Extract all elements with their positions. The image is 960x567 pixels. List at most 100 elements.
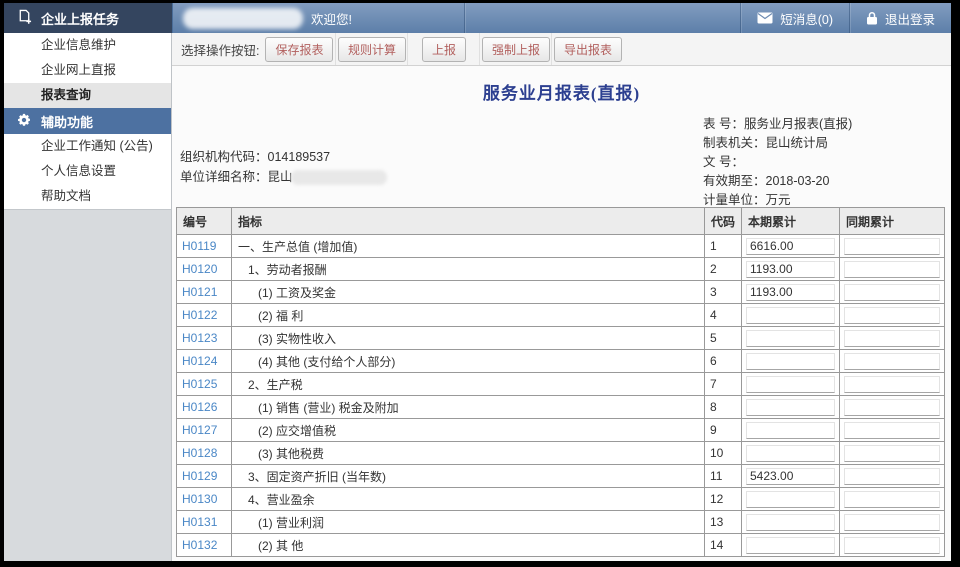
sidebar-item[interactable]: 帮助文档 xyxy=(4,184,171,209)
prior-period-cell xyxy=(840,396,945,419)
row-code-link[interactable]: H0128 xyxy=(177,446,217,460)
toolbar-button[interactable]: 规则计算 xyxy=(338,37,406,62)
current-period-cell xyxy=(742,304,840,327)
row-code-cell: H0125 xyxy=(177,373,232,396)
prior-period-cell xyxy=(840,304,945,327)
seq-cell: 5 xyxy=(705,327,742,350)
sidebar-item[interactable]: 个人信息设置 xyxy=(4,159,171,184)
envelope-icon xyxy=(757,12,773,24)
prior-period-cell xyxy=(840,281,945,304)
row-code-link[interactable]: H0119 xyxy=(177,239,216,253)
seq-cell: 11 xyxy=(705,465,742,488)
table-row: H0119 一、生产总值 (增加值) 1 xyxy=(177,235,945,258)
prior-period-cell xyxy=(840,419,945,442)
row-code-link[interactable]: H0123 xyxy=(177,331,217,345)
blurred-unit-name xyxy=(291,170,387,185)
toolbar-button[interactable]: 上报 xyxy=(422,37,466,62)
current-period-input[interactable] xyxy=(746,537,835,554)
table-row: H0120 1、劳动者报酬 2 xyxy=(177,258,945,281)
prior-period-cell xyxy=(840,465,945,488)
row-code-link[interactable]: H0131 xyxy=(177,515,217,529)
sidebar-section-header-aux-functions[interactable]: 辅助功能 xyxy=(4,108,171,134)
logout-button[interactable]: 退出登录 xyxy=(850,3,951,33)
prior-period-input[interactable] xyxy=(844,445,940,462)
col-header-indicator: 指标 xyxy=(232,208,705,235)
prior-period-input[interactable] xyxy=(844,376,940,393)
prior-period-input[interactable] xyxy=(844,284,940,301)
sidebar-item[interactable]: 报表查询 xyxy=(4,83,171,108)
sidebar-item[interactable]: 企业工作通知 (公告) xyxy=(4,134,171,159)
prior-period-input[interactable] xyxy=(844,330,940,347)
meta-value: 万元 xyxy=(766,193,791,207)
table-row: H0130 4、营业盈余 12 xyxy=(177,488,945,511)
row-code-link[interactable]: H0124 xyxy=(177,354,217,368)
row-code-link[interactable]: H0130 xyxy=(177,492,217,506)
prior-period-input[interactable] xyxy=(844,238,940,255)
current-period-input[interactable] xyxy=(746,445,835,462)
col-header-current-period: 本期累计 xyxy=(742,208,840,235)
current-period-cell xyxy=(742,327,840,350)
prior-period-input[interactable] xyxy=(844,537,940,554)
prior-period-input[interactable] xyxy=(844,491,940,508)
current-period-cell xyxy=(742,419,840,442)
table-header-row: 编号 指标 代码 本期累计 同期累计 xyxy=(177,208,945,235)
unit-name-prefix: 昆山 xyxy=(268,170,293,184)
current-period-input[interactable] xyxy=(746,238,835,255)
row-code-link[interactable]: H0127 xyxy=(177,423,217,437)
prior-period-input[interactable] xyxy=(844,422,940,439)
row-code-cell: H0131 xyxy=(177,511,232,534)
row-code-link[interactable]: H0132 xyxy=(177,538,217,552)
sidebar-section-header-report-tasks[interactable]: 企业上报任务 xyxy=(4,3,172,33)
current-period-input[interactable] xyxy=(746,353,835,370)
prior-period-cell xyxy=(840,373,945,396)
row-code-link[interactable]: H0122 xyxy=(177,308,217,322)
prior-period-input[interactable] xyxy=(844,261,940,278)
prior-period-input[interactable] xyxy=(844,399,940,416)
current-period-input[interactable] xyxy=(746,491,835,508)
current-period-input[interactable] xyxy=(746,284,835,301)
topbar-divider xyxy=(464,3,465,33)
seq-cell: 3 xyxy=(705,281,742,304)
app-window: 企业上报任务 欢迎您! 短消息(0) xyxy=(4,3,951,561)
prior-period-input[interactable] xyxy=(844,307,940,324)
table-row: H0121 (1) 工资及奖金 3 xyxy=(177,281,945,304)
indicator-cell: (1) 工资及奖金 xyxy=(232,281,705,304)
seq-cell: 7 xyxy=(705,373,742,396)
toolbar-button[interactable]: 强制上报 xyxy=(482,37,550,62)
row-code-link[interactable]: H0125 xyxy=(177,377,217,391)
row-code-link[interactable]: H0120 xyxy=(177,262,217,276)
prior-period-cell xyxy=(840,442,945,465)
prior-period-input[interactable] xyxy=(844,353,940,370)
prior-period-input[interactable] xyxy=(844,468,940,485)
row-code-link[interactable]: H0121 xyxy=(177,285,217,299)
report-meta-line: 文 号： xyxy=(703,153,852,172)
current-period-input[interactable] xyxy=(746,422,835,439)
current-period-input[interactable] xyxy=(746,376,835,393)
seq-cell: 12 xyxy=(705,488,742,511)
toolbar-button[interactable]: 保存报表 xyxy=(265,37,333,62)
prior-period-input[interactable] xyxy=(844,514,940,531)
current-period-input[interactable] xyxy=(746,261,835,278)
current-period-input[interactable] xyxy=(746,399,835,416)
toolbar-button[interactable]: 导出报表 xyxy=(554,37,622,62)
messages-button[interactable]: 短消息(0) xyxy=(741,3,849,33)
sidebar-footer xyxy=(4,209,171,561)
current-period-input[interactable] xyxy=(746,330,835,347)
seq-cell: 4 xyxy=(705,304,742,327)
row-code-cell: H0120 xyxy=(177,258,232,281)
prior-period-cell xyxy=(840,258,945,281)
current-period-input[interactable] xyxy=(746,307,835,324)
sidebar-item[interactable]: 企业网上直报 xyxy=(4,58,171,83)
col-header-code: 编号 xyxy=(177,208,232,235)
current-period-cell xyxy=(742,511,840,534)
seq-cell: 1 xyxy=(705,235,742,258)
row-code-cell: H0126 xyxy=(177,396,232,419)
prior-period-cell xyxy=(840,235,945,258)
indicator-cell: (1) 营业利润 xyxy=(232,511,705,534)
current-period-input[interactable] xyxy=(746,468,835,485)
sidebar-item[interactable]: 企业信息维护 xyxy=(4,33,171,58)
meta-label: 制表机关： xyxy=(703,136,766,150)
row-code-link[interactable]: H0126 xyxy=(177,400,217,414)
row-code-link[interactable]: H0129 xyxy=(177,469,217,483)
current-period-input[interactable] xyxy=(746,514,835,531)
